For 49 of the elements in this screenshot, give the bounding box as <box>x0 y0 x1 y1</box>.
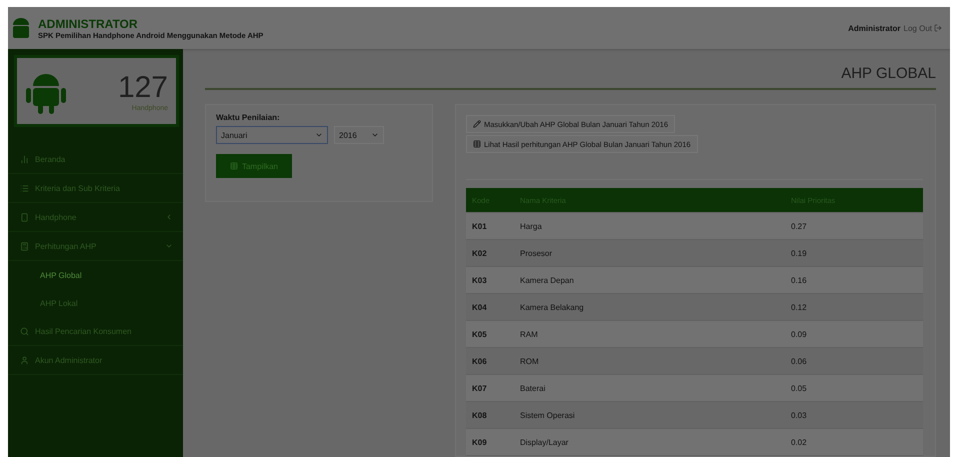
table-cell-text: 0.02 <box>791 438 808 446</box>
table-cell-text: Display/Layar <box>520 438 570 446</box>
table-cell-text: RAM <box>520 330 539 338</box>
table-cell-text: K07 <box>472 384 488 392</box>
table-cell-text: K04 <box>472 302 488 312</box>
app-title: ADMINISTRATOR <box>38 16 139 30</box>
table-cell-text: Prosesor <box>520 248 554 258</box>
year-select[interactable]: 2016 <box>334 126 384 144</box>
table-cell-text: K03 <box>472 276 488 284</box>
pencil-icon <box>473 120 481 128</box>
logout-icon <box>934 24 942 32</box>
caret-icon <box>371 131 379 139</box>
table-cell-text: 0.16 <box>791 276 808 284</box>
caret-icon <box>315 131 323 139</box>
list-icon <box>20 184 29 192</box>
table-cell-text: 0.09 <box>791 330 808 338</box>
table-cell-text: 0.27 <box>791 222 808 230</box>
page-title: AHP GLOBAL <box>205 65 936 90</box>
chart-icon <box>20 154 29 164</box>
table-cell-text: 0.05 <box>791 384 808 392</box>
calculator-icon <box>20 242 29 250</box>
user-icon <box>20 356 29 364</box>
table-cell-text: K08 <box>472 410 488 420</box>
sidebar-subitem[interactable]: AHP Global <box>8 261 183 289</box>
table-icon <box>230 162 238 170</box>
table-cell-text: K02 <box>472 248 488 258</box>
filter-label: Waktu Penilaian: <box>216 113 281 122</box>
android-logo-icon <box>10 15 32 41</box>
table-cell-text: K01 <box>472 222 488 230</box>
table-cell-text: 0.06 <box>791 356 808 366</box>
table-cell-text: 0.12 <box>791 302 808 312</box>
table-cell-text: 0.03 <box>791 410 808 420</box>
table-cell-text: 0.19 <box>791 248 808 258</box>
table-cell-text: Kamera Depan <box>520 276 575 284</box>
table-cell-text: ROM <box>520 356 540 366</box>
table-cell-text: Harga <box>520 222 543 230</box>
handphone-count: 127 <box>118 70 168 104</box>
table-cell-text: Baterai <box>520 384 546 392</box>
user-name: Administrator <box>848 24 901 32</box>
table-cell-text: Sistem Operasi <box>520 410 576 420</box>
logout-link[interactable]: Log Out <box>904 24 942 32</box>
table-icon <box>473 140 481 148</box>
table-cell-text: K05 <box>472 330 488 338</box>
search-icon <box>20 326 29 336</box>
table-cell-text: K06 <box>472 356 488 366</box>
table-cell-text: Kamera Belakang <box>520 302 585 312</box>
table-cell-text: K09 <box>472 438 488 446</box>
month-select[interactable]: Januari <box>216 126 328 144</box>
phone-icon <box>20 212 29 222</box>
